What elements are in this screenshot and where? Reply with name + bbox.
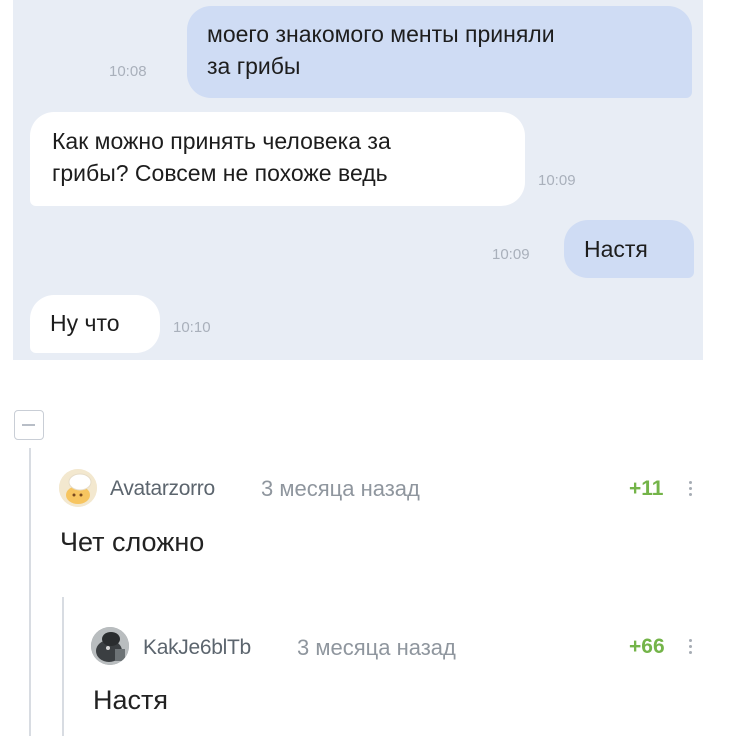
more-options-icon[interactable] — [688, 637, 694, 657]
message-text-line: Настя — [584, 236, 648, 262]
comment-timestamp[interactable]: 3 месяца назад — [261, 476, 420, 502]
avatar[interactable] — [91, 627, 129, 665]
message-text-line: Ну что — [50, 310, 120, 336]
user-avatar-icon — [59, 469, 97, 507]
message-text-line: за грибы — [207, 53, 301, 79]
message-text-line: Как можно принять человека за — [52, 128, 391, 154]
comment-rating: +11 — [629, 477, 664, 500]
message-time: 10:09 — [492, 246, 530, 263]
more-options-icon[interactable] — [688, 479, 694, 499]
message-time: 10:08 — [109, 63, 147, 80]
comment-username[interactable]: KakJe6blTb — [143, 636, 251, 660]
comment-timestamp[interactable]: 3 месяца назад — [297, 635, 456, 661]
message-text-line: грибы? Совсем не похоже ведь — [52, 160, 388, 186]
comment-username[interactable]: Avatarzorro — [110, 477, 215, 501]
user-avatar-icon — [91, 627, 129, 665]
comment-rating: +66 — [629, 635, 665, 658]
collapse-thread-button[interactable] — [14, 410, 44, 440]
thread-line-nested[interactable] — [62, 597, 64, 736]
thread-line[interactable] — [29, 448, 31, 736]
chat-screenshot: моего знакомого менты приняли за грибы 1… — [13, 0, 703, 360]
message-time: 10:10 — [173, 319, 211, 336]
comment-text: Настя — [93, 685, 169, 715]
message-text-line: моего знакомого менты приняли — [207, 21, 555, 47]
message-time: 10:09 — [538, 172, 576, 189]
message-bubble-incoming: Как можно принять человека за грибы? Сов… — [30, 112, 525, 206]
avatar[interactable] — [59, 469, 97, 507]
message-bubble-outgoing: моего знакомого менты приняли за грибы — [187, 6, 692, 98]
message-bubble-incoming: Ну что — [30, 295, 160, 353]
comment-text: Чет сложно — [60, 527, 205, 557]
message-bubble-outgoing: Настя — [564, 220, 694, 278]
